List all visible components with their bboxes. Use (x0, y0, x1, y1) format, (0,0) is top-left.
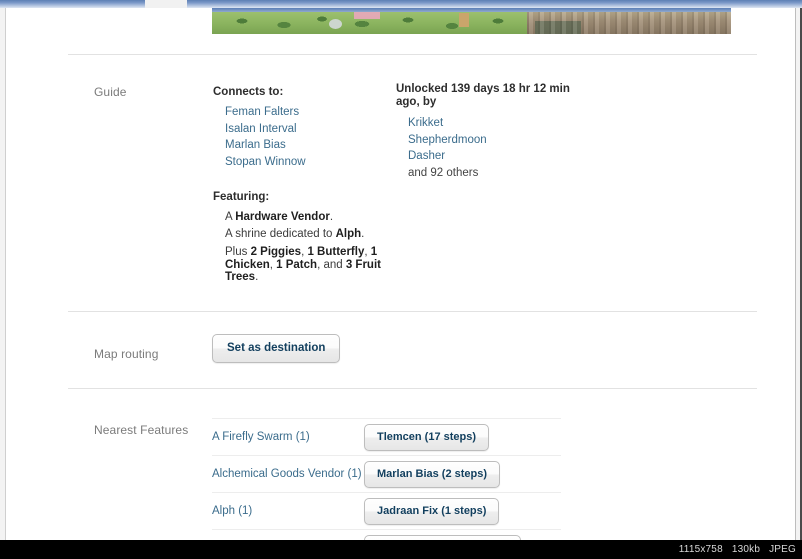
featuring-vendor: A Hardware Vendor. (225, 209, 383, 226)
divider-nearest-features (68, 388, 757, 389)
plus-item-patch: 1 Patch (276, 258, 318, 271)
set-as-destination-button[interactable]: Set as destination (212, 334, 341, 363)
chrome-notch (145, 0, 187, 8)
table-row: Alchemical Goods Vendor (1) Marlan Bias … (212, 456, 561, 493)
connects-to-heading: Connects to: (213, 86, 284, 98)
featuring-vendor-name: Hardware Vendor (235, 211, 330, 223)
banner-rocky-cliff (527, 12, 731, 34)
nearest-features-table: A Firefly Swarm (1) Tlemcen (17 steps) A… (212, 418, 561, 559)
unlocked-others-count: and 92 others (408, 166, 479, 179)
image-filesize: 130kb (731, 544, 761, 555)
section-label-nearest-features: Nearest Features (94, 423, 189, 437)
section-label-guide: Guide (94, 85, 127, 99)
unlocked-heading: Unlocked 139 days 18 hr 12 min ago, by (396, 83, 570, 108)
banner-cliff-shadow (535, 21, 581, 34)
divider-map-routing (68, 311, 757, 312)
route-button[interactable]: Tlemcen (17 steps) (364, 423, 490, 451)
featuring-shrine-prefix: A shrine dedicated to (225, 227, 336, 240)
viewer-right-frame (795, 8, 802, 559)
featuring-heading: Featuring: (213, 191, 270, 203)
featuring-plus-list: Plus 2 Piggies, 1 Butterfly, 1 Chicken, … (225, 246, 383, 284)
featuring-vendor-prefix: A (225, 211, 236, 223)
route-button[interactable]: Marlan Bias (2 steps) (364, 460, 501, 488)
feature-name[interactable]: Alph (1) (212, 505, 364, 517)
feature-route-cell: Tlemcen (17 steps) (364, 423, 561, 451)
unlocked-by-link[interactable]: Dasher (408, 148, 576, 165)
image-format: JPEG (769, 544, 796, 555)
map-banner-image (212, 8, 731, 34)
plus-item-butterfly: 1 Butterfly (307, 246, 365, 258)
unlocked-by-link[interactable]: Shepherdmoon (408, 132, 576, 149)
connects-to-link[interactable]: Marlan Bias (225, 137, 383, 154)
banner-structure (459, 13, 469, 27)
table-row: A Firefly Swarm (1) Tlemcen (17 steps) (212, 418, 561, 456)
plus-sep: , and (317, 258, 346, 271)
window-chrome-strip (0, 0, 802, 8)
feature-route-cell: Marlan Bias (2 steps) (364, 460, 561, 488)
plus-suffix: . (255, 271, 259, 283)
featuring-shrine-suffix: . (361, 227, 365, 240)
featuring-shrine: A shrine dedicated to Alph. (225, 226, 383, 243)
featuring-shrine-name: Alph (335, 227, 362, 240)
unlocked-by-block: Unlocked 139 days 18 hr 12 min ago, by K… (396, 83, 576, 181)
connects-to-link[interactable]: Stopan Winnow (225, 154, 383, 171)
map-routing-actions: Set as destination (212, 334, 341, 363)
banner-flower-patch (354, 12, 380, 19)
featuring-block: Featuring: A Hardware Vendor. A shrine d… (213, 191, 383, 284)
banner-pond (329, 19, 342, 29)
plus-prefix: Plus (225, 246, 251, 258)
route-button[interactable]: Jadraan Fix (1 steps) (364, 497, 500, 525)
connects-to-link[interactable]: Isalan Interval (225, 121, 383, 138)
connects-to-link[interactable]: Feman Falters (225, 104, 383, 121)
page-content: Guide Connects to: Feman Falters Isalan … (6, 8, 795, 559)
connects-to-block: Connects to: Feman Falters Isalan Interv… (213, 86, 383, 170)
feature-route-cell: Jadraan Fix (1 steps) (364, 497, 561, 525)
table-row: Alph (1) Jadraan Fix (1 steps) (212, 493, 561, 530)
feature-name[interactable]: Alchemical Goods Vendor (1) (212, 468, 364, 480)
plus-item-piggies: 2 Piggies (250, 246, 302, 258)
divider-top (68, 54, 757, 55)
featuring-vendor-suffix: . (329, 211, 334, 223)
section-label-map-routing: Map routing (94, 347, 159, 361)
unlocked-by-link[interactable]: Krikket (408, 115, 576, 132)
image-info-statusbar: 1115x758 130kb JPEG (0, 540, 802, 559)
image-viewer: Guide Connects to: Feman Falters Isalan … (0, 0, 802, 559)
feature-name[interactable]: A Firefly Swarm (1) (212, 431, 364, 443)
image-dimensions: 1115x758 (678, 544, 723, 555)
